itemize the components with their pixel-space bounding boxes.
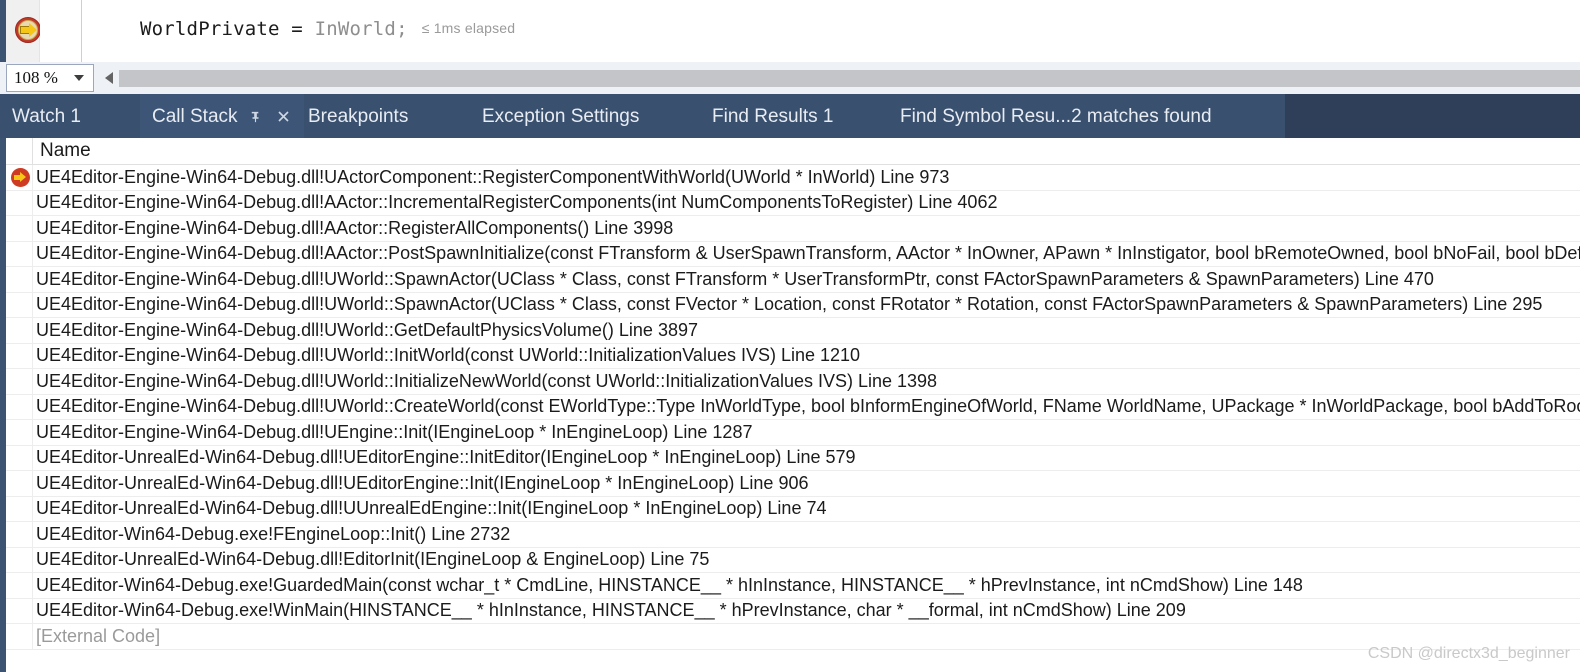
tab-label: Find Results 1 bbox=[712, 105, 834, 127]
call-stack-frame-label: UE4Editor-Engine-Win64-Debug.dll!AActor:… bbox=[36, 217, 674, 238]
call-stack-frame-label: UE4Editor-Engine-Win64-Debug.dll!UEngine… bbox=[36, 421, 753, 442]
row-gutter-cell bbox=[6, 369, 33, 394]
call-stack-frame-label: [External Code] bbox=[36, 625, 161, 646]
call-stack-frame-label: UE4Editor-Engine-Win64-Debug.dll!UWorld:… bbox=[36, 345, 861, 366]
scrollbar-thumb[interactable] bbox=[119, 69, 1580, 87]
tab-label: Breakpoints bbox=[308, 105, 409, 127]
horizontal-scrollbar[interactable] bbox=[99, 65, 1580, 91]
call-stack-frame-label: UE4Editor-Engine-Win64-Debug.dll!UWorld:… bbox=[36, 319, 698, 340]
row-gutter-cell bbox=[6, 598, 33, 623]
call-stack-row[interactable]: UE4Editor-UnrealEd-Win64-Debug.dll!UEdit… bbox=[6, 445, 1580, 471]
code-line[interactable]: WorldPrivate = InWorld; ≤ 1ms elapsed bbox=[140, 18, 515, 40]
call-stack-row[interactable]: UE4Editor-Engine-Win64-Debug.dll!UWorld:… bbox=[6, 369, 1580, 395]
call-stack-frame-label: UE4Editor-Engine-Win64-Debug.dll!UActorC… bbox=[36, 166, 950, 187]
row-gutter-cell bbox=[6, 343, 33, 368]
row-gutter-cell bbox=[6, 547, 33, 572]
call-stack-frame-label: UE4Editor-Win64-Debug.exe!WinMain(HINSTA… bbox=[36, 600, 1186, 621]
scrollbar-track[interactable] bbox=[119, 69, 1580, 87]
call-stack-frame-label: UE4Editor-Engine-Win64-Debug.dll!UWorld:… bbox=[36, 396, 1580, 417]
call-stack-frame-label: UE4Editor-UnrealEd-Win64-Debug.dll!UEdit… bbox=[36, 472, 809, 493]
code-token-value: InWorld; bbox=[314, 18, 408, 40]
tab-find-results-1[interactable]: Find Results 1 bbox=[712, 94, 833, 138]
tab-exception-settings[interactable]: Exception Settings bbox=[482, 94, 639, 138]
call-stack-frame-label: UE4Editor-UnrealEd-Win64-Debug.dll!Edito… bbox=[36, 549, 710, 570]
call-stack-frame-label: UE4Editor-Engine-Win64-Debug.dll!UWorld:… bbox=[36, 370, 938, 391]
column-header-name[interactable]: Name bbox=[34, 138, 91, 164]
row-gutter-cell bbox=[6, 292, 33, 317]
row-gutter-cell bbox=[6, 624, 33, 649]
call-stack-frame-label: UE4Editor-Win64-Debug.exe!GuardedMain(co… bbox=[36, 574, 1303, 595]
tab-watch-1[interactable]: Watch 1 bbox=[12, 94, 81, 138]
row-gutter-cell bbox=[6, 267, 33, 292]
tab-breakpoints[interactable]: Breakpoints bbox=[308, 94, 408, 138]
call-stack-row[interactable]: UE4Editor-Engine-Win64-Debug.dll!AActor:… bbox=[6, 241, 1580, 267]
call-stack-row[interactable]: UE4Editor-UnrealEd-Win64-Debug.dll!UEdit… bbox=[6, 471, 1580, 497]
tab-label: Call Stack bbox=[152, 105, 238, 127]
editor-indicator-margin bbox=[40, 0, 82, 62]
row-gutter-cell bbox=[6, 394, 33, 419]
code-editor-pane: WorldPrivate = InWorld; ≤ 1ms elapsed bbox=[0, 0, 1580, 62]
call-stack-row[interactable]: UE4Editor-UnrealEd-Win64-Debug.dll!UUnre… bbox=[6, 496, 1580, 522]
editor-bottom-strip: 108 % bbox=[0, 62, 1580, 94]
call-stack-frame-label: UE4Editor-Engine-Win64-Debug.dll!UWorld:… bbox=[36, 294, 1543, 315]
call-stack-frame-label: UE4Editor-Engine-Win64-Debug.dll!AActor:… bbox=[36, 192, 998, 213]
call-stack-row[interactable]: UE4Editor-Engine-Win64-Debug.dll!AActor:… bbox=[6, 190, 1580, 216]
row-gutter-cell bbox=[6, 573, 33, 598]
pin-icon[interactable] bbox=[246, 106, 266, 126]
visual-studio-debugger-window: WorldPrivate = InWorld; ≤ 1ms elapsed 108… bbox=[0, 0, 1580, 672]
row-gutter-cell bbox=[6, 445, 33, 470]
tab-label: Find Symbol Resu...2 matches found bbox=[900, 105, 1212, 127]
call-stack-frame-label: UE4Editor-UnrealEd-Win64-Debug.dll!UEdit… bbox=[36, 447, 856, 468]
row-gutter-cell bbox=[6, 241, 33, 266]
row-gutter-cell bbox=[6, 496, 33, 521]
call-stack-row[interactable]: UE4Editor-Engine-Win64-Debug.dll!UWorld:… bbox=[6, 292, 1580, 318]
yellow-arrow-current-statement-icon[interactable] bbox=[14, 16, 42, 44]
close-icon[interactable] bbox=[274, 106, 294, 126]
code-token-operator: = bbox=[279, 18, 315, 40]
debug-tool-window-tabbar: Watch 1 Call Stack Breakpoints Exception Se… bbox=[0, 94, 1580, 138]
call-stack-row[interactable]: UE4Editor-Engine-Win64-Debug.dll!UActorC… bbox=[6, 165, 1580, 191]
tab-label: Exception Settings bbox=[482, 105, 640, 127]
row-gutter-cell bbox=[6, 471, 33, 496]
call-stack-rows: UE4Editor-Engine-Win64-Debug.dll!UActorC… bbox=[6, 165, 1580, 650]
call-stack-frame-label: UE4Editor-Win64-Debug.exe!FEngineLoop::I… bbox=[36, 523, 511, 544]
watermark: CSDN @directx3d_beginner bbox=[1367, 645, 1570, 662]
tab-find-symbol-resu-2-matches-found[interactable]: Find Symbol Resu...2 matches found bbox=[900, 94, 1212, 138]
perf-tip-elapsed: ≤ 1ms elapsed bbox=[421, 20, 516, 36]
code-token-identifier: WorldPrivate bbox=[140, 18, 280, 40]
call-stack-row[interactable]: UE4Editor-Engine-Win64-Debug.dll!UEngine… bbox=[6, 420, 1580, 446]
editor-breakpoint-gutter[interactable] bbox=[6, 0, 42, 62]
call-stack-row[interactable]: UE4Editor-UnrealEd-Win64-Debug.dll!Edito… bbox=[6, 547, 1580, 573]
call-stack-row[interactable]: UE4Editor-Engine-Win64-Debug.dll!UWorld:… bbox=[6, 267, 1580, 293]
call-stack-row[interactable]: UE4Editor-Win64-Debug.exe!GuardedMain(co… bbox=[6, 573, 1580, 599]
chevron-down-icon[interactable] bbox=[74, 75, 84, 81]
call-stack-row[interactable]: UE4Editor-Engine-Win64-Debug.dll!UWorld:… bbox=[6, 343, 1580, 369]
row-gutter-cell bbox=[6, 420, 33, 445]
current-statement-arrow-icon bbox=[11, 168, 30, 187]
call-stack-frame-label: UE4Editor-Engine-Win64-Debug.dll!UWorld:… bbox=[36, 268, 1434, 289]
zoom-level-dropdown[interactable]: 108 % bbox=[6, 64, 94, 92]
call-stack-panel: Name UE4Editor-Engine-Win64-Debug.dll!UA… bbox=[0, 138, 1580, 672]
call-stack-row[interactable]: UE4Editor-Engine-Win64-Debug.dll!UWorld:… bbox=[6, 318, 1580, 344]
row-gutter-cell bbox=[6, 216, 33, 241]
row-gutter-cell bbox=[6, 165, 33, 190]
tab-call-stack[interactable]: Call Stack bbox=[140, 94, 304, 138]
call-stack-row[interactable]: UE4Editor-Win64-Debug.exe!FEngineLoop::I… bbox=[6, 522, 1580, 548]
tab-label: Watch 1 bbox=[12, 105, 81, 127]
row-gutter-cell bbox=[6, 190, 33, 215]
call-stack-frame-label: UE4Editor-UnrealEd-Win64-Debug.dll!UUnre… bbox=[36, 498, 827, 519]
scroll-left-arrow-icon[interactable] bbox=[99, 65, 119, 91]
header-gutter-cell bbox=[6, 138, 33, 164]
call-stack-row[interactable]: UE4Editor-Engine-Win64-Debug.dll!UWorld:… bbox=[6, 394, 1580, 420]
row-gutter-cell bbox=[6, 318, 33, 343]
call-stack-header-row: Name bbox=[6, 138, 1580, 165]
call-stack-row[interactable]: UE4Editor-Engine-Win64-Debug.dll!AActor:… bbox=[6, 216, 1580, 242]
call-stack-frame-label: UE4Editor-Engine-Win64-Debug.dll!AActor:… bbox=[36, 243, 1580, 264]
call-stack-row[interactable]: [External Code] bbox=[6, 624, 1580, 650]
row-gutter-cell bbox=[6, 522, 33, 547]
zoom-level-value: 108 % bbox=[14, 68, 58, 87]
call-stack-row[interactable]: UE4Editor-Win64-Debug.exe!WinMain(HINSTA… bbox=[6, 598, 1580, 624]
panel-left-accent-border bbox=[0, 138, 6, 672]
